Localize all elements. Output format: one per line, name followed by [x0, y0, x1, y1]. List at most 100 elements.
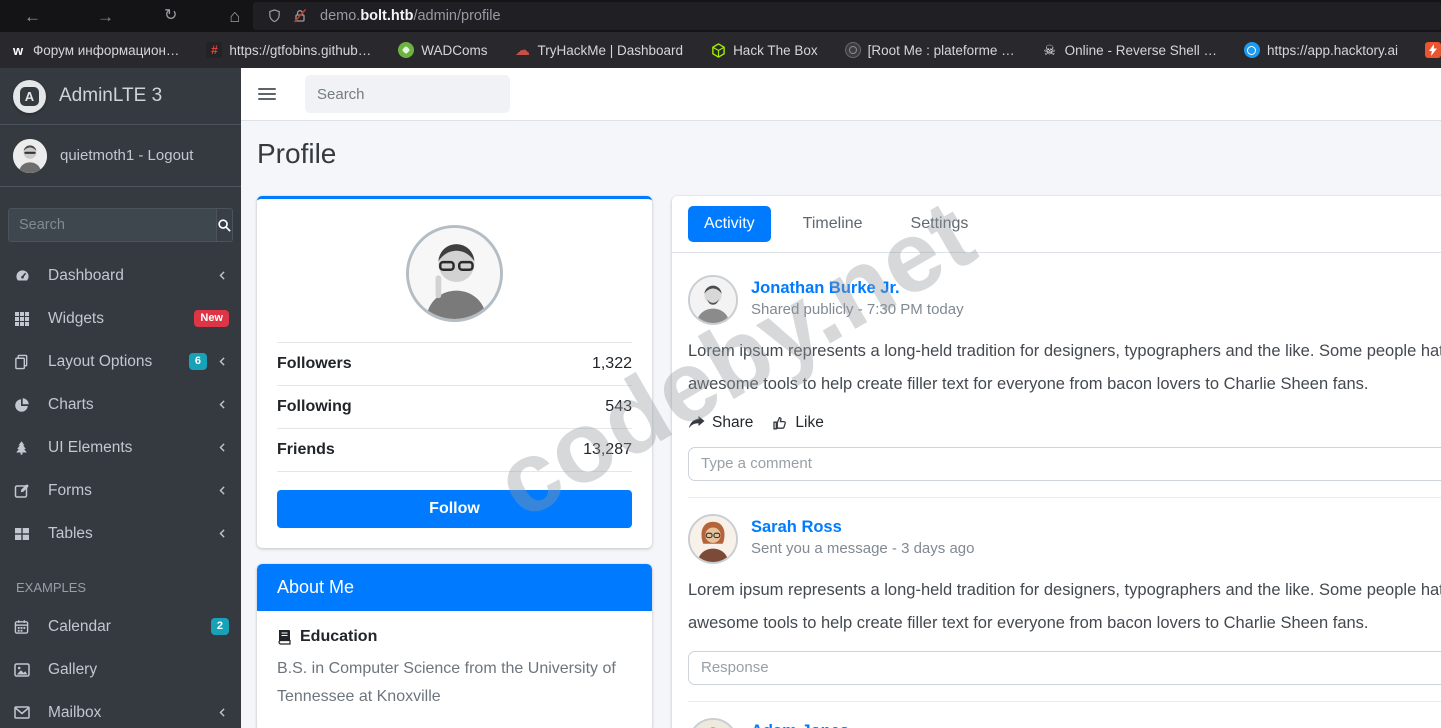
navbar-search-input[interactable] [317, 85, 516, 103]
dark-circle-icon [844, 42, 861, 58]
reload-icon[interactable]: ↻ [164, 8, 177, 24]
tab-timeline[interactable]: Timeline [787, 206, 879, 242]
comment-input[interactable] [688, 446, 1441, 481]
count-badge: 2 [210, 618, 229, 635]
chevron-left-icon [216, 706, 229, 719]
chevron-left-icon [216, 269, 229, 282]
post-sarah: Sarah Ross Sent you a message - 3 days a… [688, 498, 1441, 702]
top-navbar [241, 68, 1441, 121]
forward-icon[interactable]: → [97, 8, 114, 25]
response-input[interactable] [688, 650, 1441, 685]
post-text: Lorem ipsum represents a long-held tradi… [688, 580, 1441, 632]
bookmark-reverse-shell[interactable]: ☠ Online - Reverse Shell … [1042, 42, 1217, 58]
sidebar-item-forms[interactable]: Forms [0, 469, 241, 512]
post-meta: Sent you a message - 3 days ago [751, 539, 975, 557]
post-meta: Shared publicly - 7:30 PM today [751, 301, 964, 318]
follow-button[interactable]: Follow [277, 490, 632, 528]
brand-title: AdminLTE 3 [59, 85, 163, 106]
url-bar[interactable]: demo.bolt.htb/admin/profile [253, 2, 1441, 30]
user-panel: quietmoth1 - Logout [0, 125, 241, 187]
profile-stats: Followers 1,322 Following 543 Friends 13,28… [277, 342, 632, 472]
chevron-left-icon [216, 355, 229, 368]
browser-toolbar: ← → ↻ ⌂ demo.bolt.htb/admin/profile [0, 0, 1441, 32]
edit-icon [14, 483, 34, 499]
insecure-lock-icon[interactable] [292, 8, 308, 24]
image-icon [14, 662, 34, 678]
brand-link[interactable]: A AdminLTE 3 [0, 68, 241, 125]
bookmark-tryhackme[interactable]: ☁ TryHackMe | Dashboard [515, 41, 683, 59]
sidebar-item-mailbox[interactable]: Mailbox [0, 691, 241, 728]
sidebar-search-button[interactable] [216, 209, 232, 241]
navbar-search [305, 75, 516, 113]
profile-avatar [406, 225, 503, 322]
green-circle-icon [398, 42, 415, 58]
stat-following: Following 543 [277, 386, 632, 429]
sidebar-section-examples: EXAMPLES [16, 580, 87, 595]
avatar-sarah [688, 513, 738, 564]
post-author-link[interactable]: Sarah Ross [751, 518, 974, 537]
sidebar-menu: Dashboard Widgets New Layout Options 6 C… [0, 254, 241, 728]
w-letter-icon: w [12, 42, 24, 58]
share-link[interactable]: Share [688, 414, 753, 432]
bookmark-hackthebox[interactable]: Hack The Box [710, 42, 818, 58]
bookmarks-bar: w Форум информацион… # https://gtfobins.gi… [0, 32, 1441, 68]
new-badge: New [194, 310, 229, 327]
bookmark-gtfobins[interactable]: # https://gtfobins.github… [206, 42, 371, 58]
bookmark-wadcoms[interactable]: WADComs [398, 42, 488, 58]
profile-column: Followers 1,322 Following 543 Friends 13,28… [257, 196, 652, 728]
user-avatar [13, 138, 47, 173]
sidebar: A AdminLTE 3 quietmoth1 - Logout Dashboa… [0, 68, 241, 728]
content-header: Profile [241, 121, 1441, 180]
url-text: demo.bolt.htb/admin/profile [320, 8, 501, 24]
tree-icon [14, 440, 34, 456]
envelope-icon [14, 705, 34, 721]
avatar-jonathan [688, 275, 738, 325]
sidebar-item-dashboard[interactable]: Dashboard [0, 254, 241, 297]
calendar-icon [14, 619, 34, 635]
home-icon[interactable]: ⌂ [229, 7, 240, 25]
chevron-left-icon [216, 398, 229, 411]
education-heading: Education [277, 628, 632, 646]
copy-icon [14, 354, 34, 370]
back-icon[interactable]: ← [24, 8, 41, 25]
about-me-title: About Me [257, 564, 652, 611]
like-link[interactable]: Like [772, 414, 824, 432]
hamburger-menu-icon[interactable] [258, 87, 276, 101]
sidebar-item-widgets[interactable]: Widgets New [0, 297, 241, 340]
tab-settings[interactable]: Settings [895, 206, 985, 242]
profile-card: Followers 1,322 Following 543 Friends 13,28… [257, 196, 652, 548]
chevron-left-icon [216, 441, 229, 454]
activity-column: Activity Timeline Settings Jonathan Burk… [672, 196, 1441, 728]
tab-activity[interactable]: Activity [688, 206, 771, 242]
sidebar-item-ui-elements[interactable]: UI Elements [0, 426, 241, 469]
post-author-link[interactable]: Jonathan Burke Jr. [751, 279, 964, 298]
book-icon [278, 630, 291, 645]
sidebar-item-charts[interactable]: Charts [0, 383, 241, 426]
sidebar-item-gallery[interactable]: Gallery [0, 648, 241, 691]
blue-circle-icon [1243, 42, 1260, 58]
sidebar-item-layout-options[interactable]: Layout Options 6 [0, 340, 241, 383]
stat-friends: Friends 13,287 [277, 429, 632, 472]
sidebar-item-calendar[interactable]: Calendar 2 [0, 605, 241, 648]
post-jonathan: Jonathan Burke Jr. Shared publicly - 7:3… [688, 259, 1441, 498]
post-author-link[interactable]: Adam Jones [751, 722, 946, 728]
share-icon [689, 416, 705, 429]
page-title: Profile [257, 138, 337, 169]
bookmark-bolt-dashboard[interactable]: Dashbo [1425, 42, 1441, 58]
tachometer-icon [14, 268, 34, 284]
shield-icon[interactable] [267, 8, 282, 24]
about-me-card: About Me Education B.S. in Computer Scie… [257, 564, 652, 728]
main-content: Profile Followers1,322 Following543 Frie… [241, 68, 1441, 728]
search-icon [218, 218, 231, 232]
red-hash-icon: # [206, 42, 223, 58]
bookmark-rootme[interactable]: [Root Me : plateforme … [844, 42, 1015, 58]
post-adam: Adam Jones Posted 5 photos - 5 days ago [688, 702, 1441, 728]
user-logout-link[interactable]: quietmoth1 - Logout [60, 147, 193, 164]
sidebar-search [8, 208, 233, 242]
sidebar-search-input[interactable] [9, 209, 216, 241]
bookmark-hacktory[interactable]: https://app.hacktory.ai [1243, 42, 1398, 58]
bookmark-codeby-forum[interactable]: w Форум информацион… [10, 42, 179, 58]
red-cloud-icon: ☁ [515, 41, 530, 59]
avatar-adam [688, 717, 738, 728]
sidebar-item-tables[interactable]: Tables [0, 512, 241, 555]
